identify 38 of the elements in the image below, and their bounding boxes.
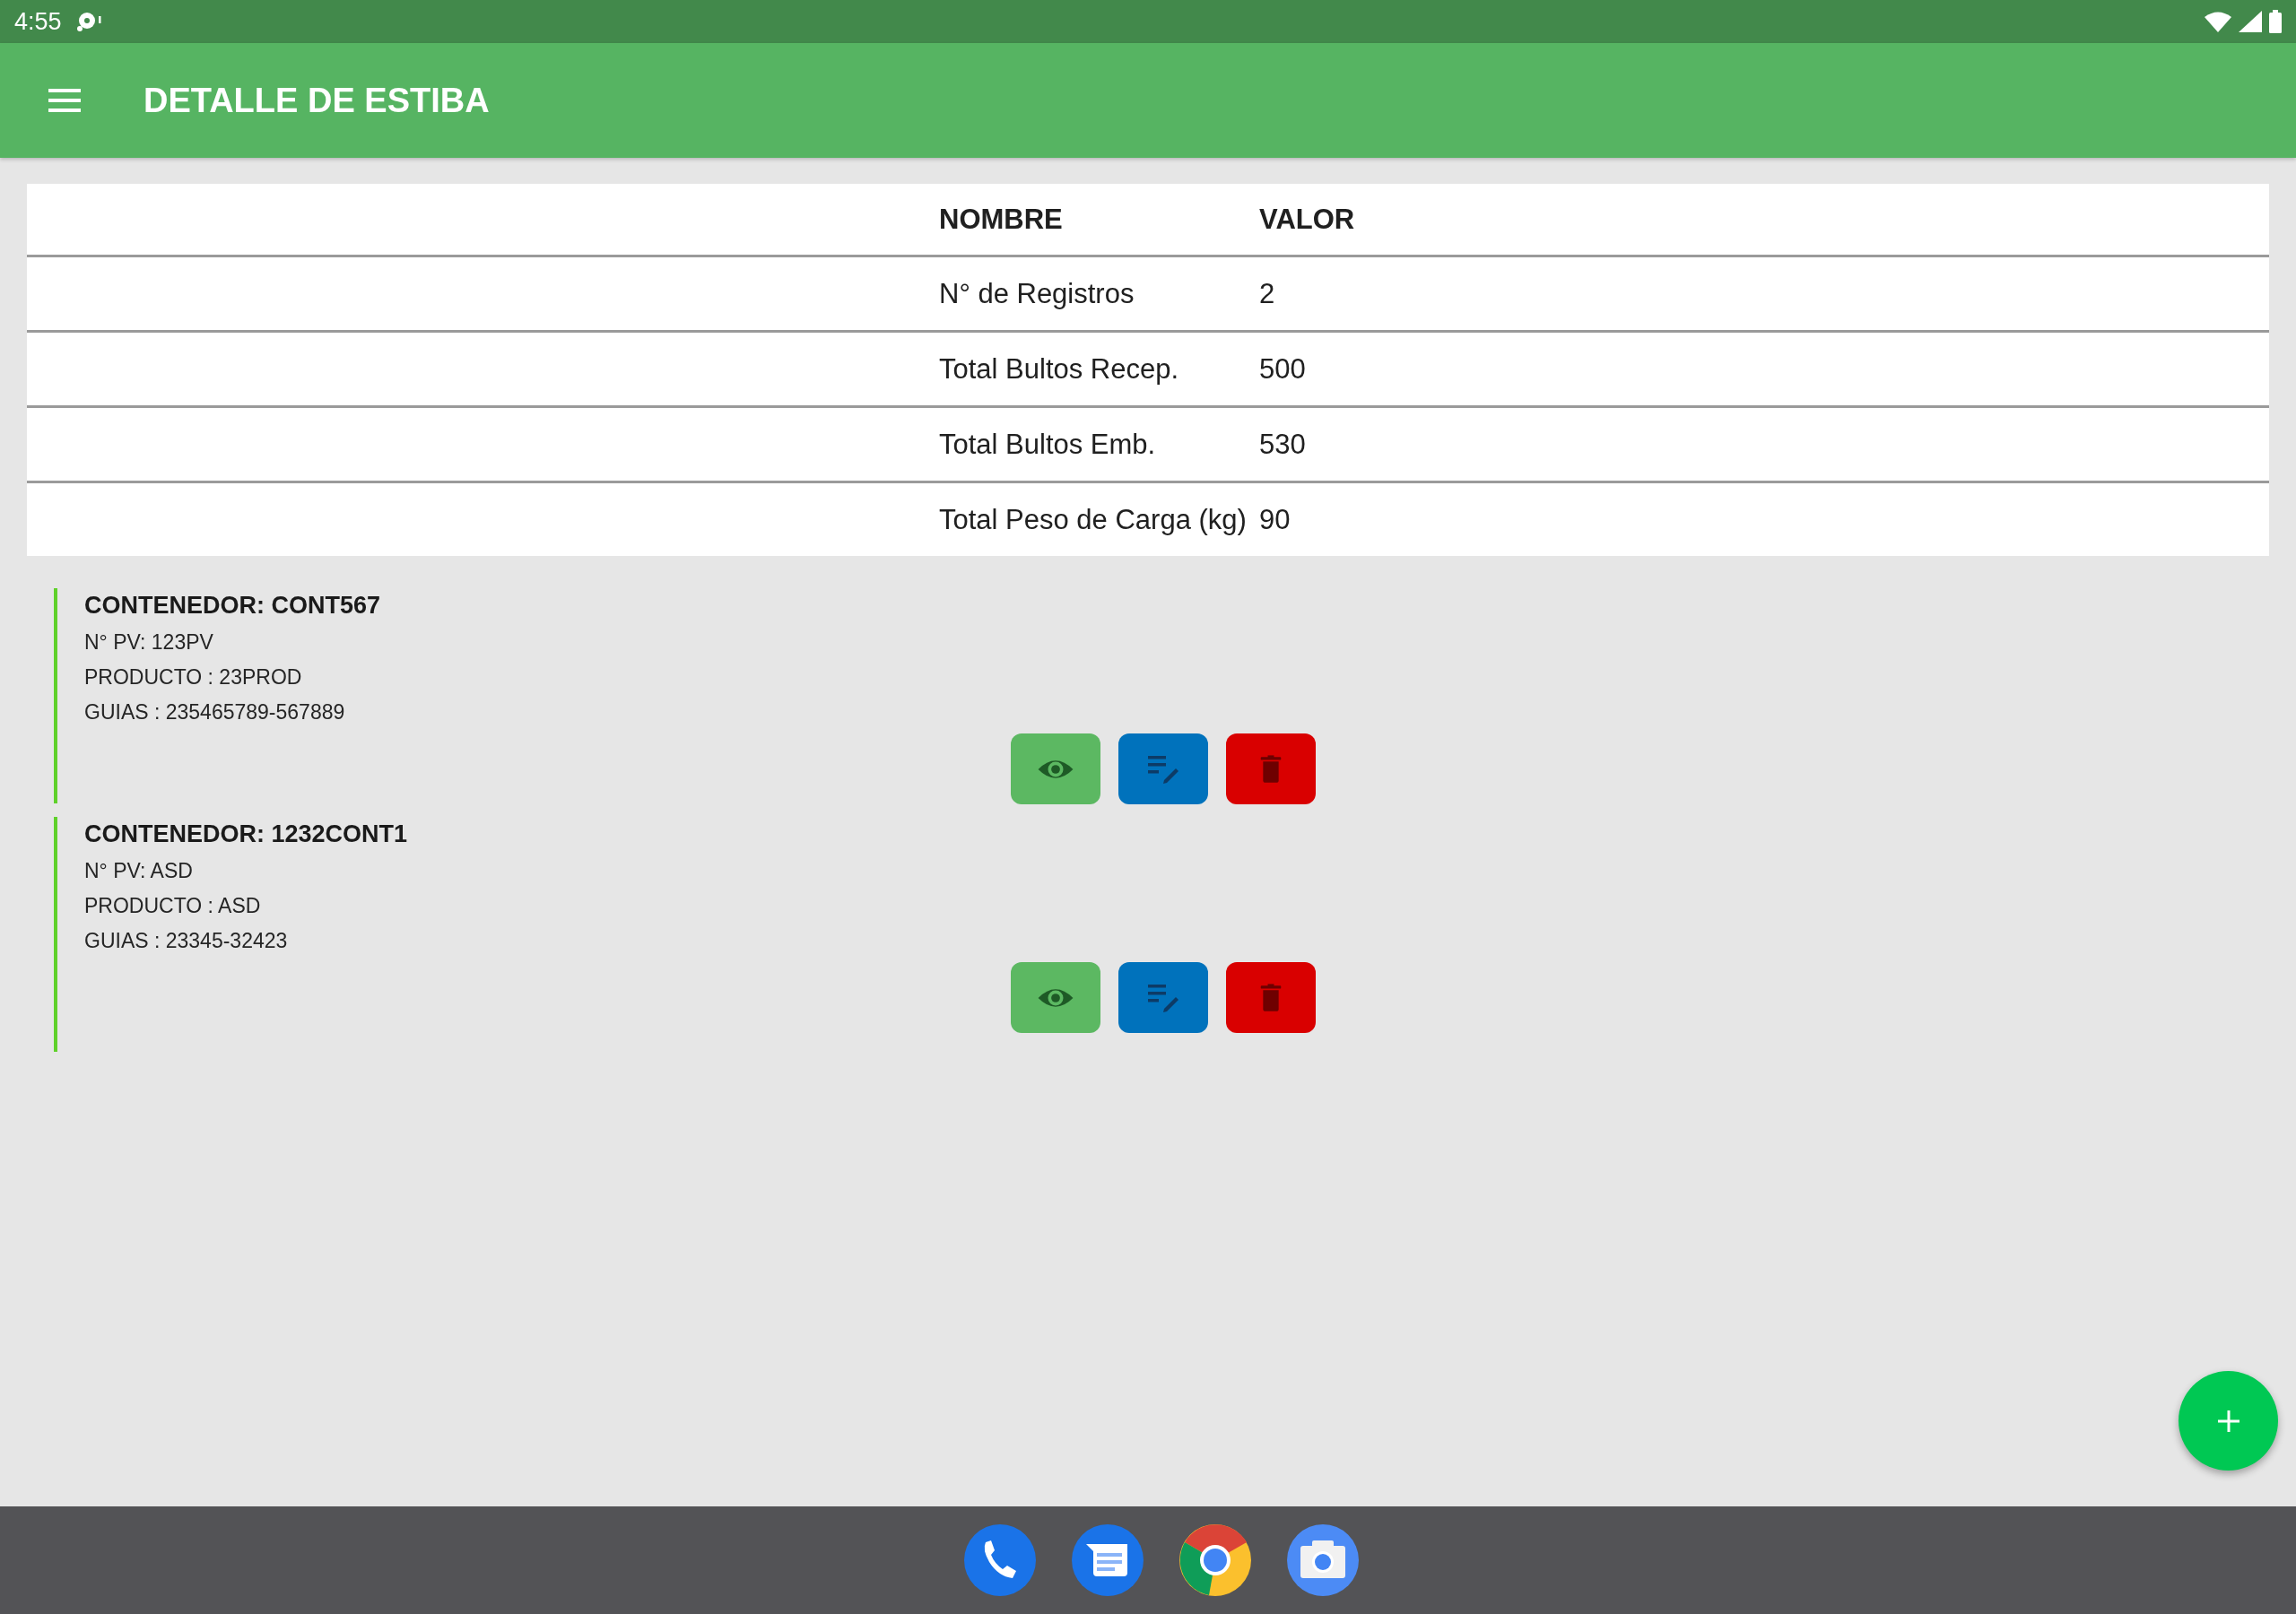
edit-button[interactable] xyxy=(1118,962,1208,1033)
signal-icon xyxy=(2239,11,2262,32)
container-detail: GUIAS : 235465789-567889 xyxy=(84,699,346,725)
table-cell: 530 xyxy=(1259,428,1306,461)
table-cell-text: Total Bultos Emb. xyxy=(939,428,1157,461)
column-header: VALOR xyxy=(1259,203,1355,236)
status-time: 4:55 xyxy=(14,7,62,36)
table-cell: 500 xyxy=(1259,352,1306,386)
camera-app-icon[interactable] xyxy=(1287,1524,1359,1596)
container-detail: GUIAS : 23345-32423 xyxy=(84,928,289,954)
trash-icon xyxy=(1259,982,1283,1013)
container-title: CONTENEDOR: 1232CONT1 xyxy=(84,820,409,848)
notification-icon xyxy=(75,11,103,32)
table-cell-text: Total Bultos Recep. xyxy=(939,352,1180,386)
menu-button[interactable] xyxy=(48,88,81,113)
delete-button[interactable] xyxy=(1226,733,1316,804)
column-header: NOMBRE xyxy=(939,203,1064,236)
messages-app-icon[interactable] xyxy=(1072,1524,1144,1596)
table-cell-text: N° de Registros xyxy=(939,277,1135,310)
container-detail: PRODUCTO : ASD xyxy=(84,893,262,919)
table-cell: 90 xyxy=(1259,503,1291,536)
table-cell-text: Total Peso de Carga (kg) xyxy=(939,503,1248,536)
trash-icon xyxy=(1259,753,1283,785)
app-title: DETALLE DE ESTIBA xyxy=(144,81,490,120)
container-detail: PRODUCTO : 23PROD xyxy=(84,664,303,690)
table-cell: 2 xyxy=(1259,277,1275,310)
view-button[interactable] xyxy=(1011,962,1100,1033)
browser-app-icon[interactable] xyxy=(1179,1524,1251,1596)
delete-button[interactable] xyxy=(1226,962,1316,1033)
edit-button[interactable] xyxy=(1118,733,1208,804)
container-title: CONTENEDOR: CONT567 xyxy=(84,592,382,620)
add-button[interactable] xyxy=(2179,1371,2278,1471)
container-detail: N° PV: ASD xyxy=(84,858,194,884)
wifi-icon xyxy=(2205,11,2231,32)
battery-icon xyxy=(2269,10,2282,33)
phone-app-icon[interactable] xyxy=(964,1524,1036,1596)
container-detail: N° PV: 123PV xyxy=(84,629,214,655)
view-button[interactable] xyxy=(1011,733,1100,804)
